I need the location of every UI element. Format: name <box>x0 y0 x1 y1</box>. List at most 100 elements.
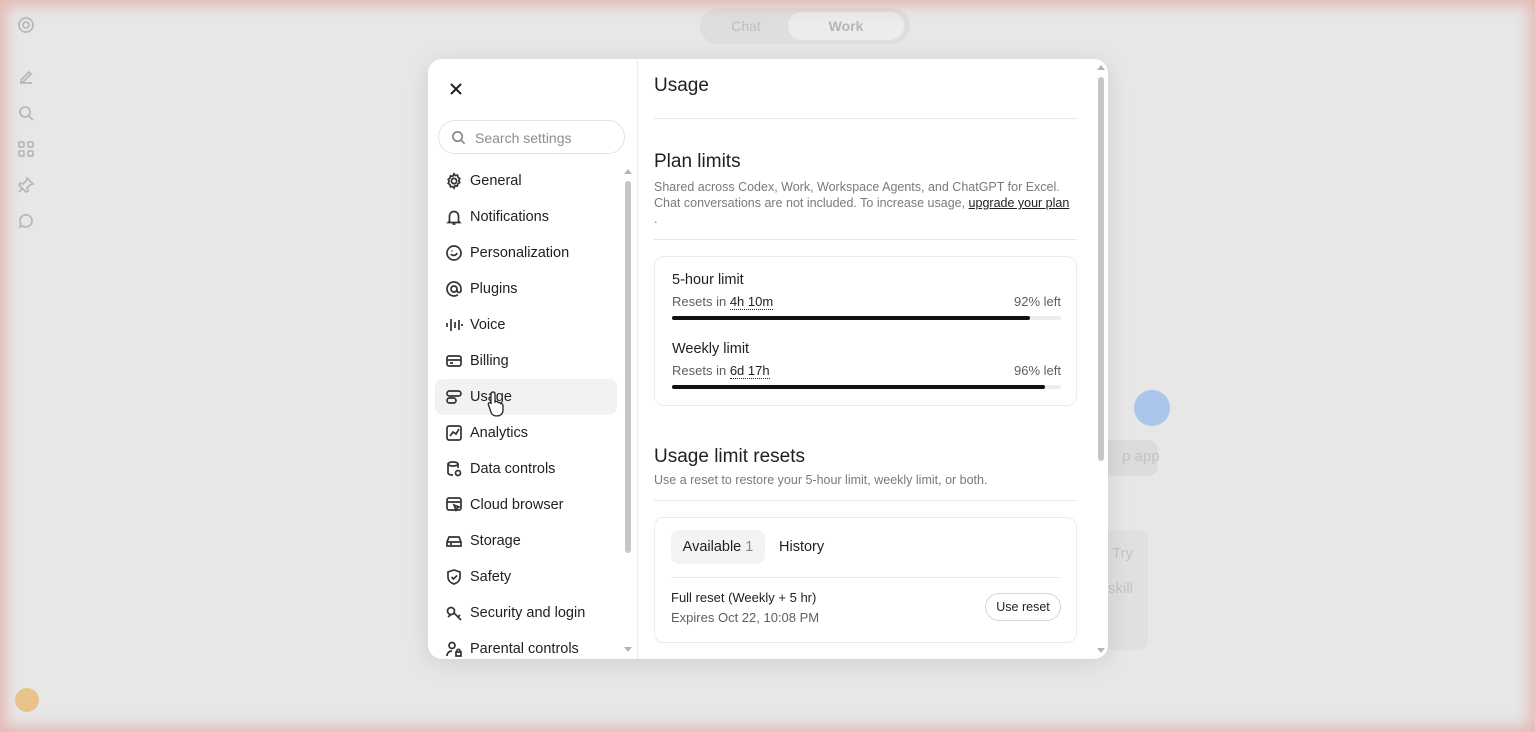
send-button[interactable] <box>1134 390 1170 426</box>
sidebar-item-label: Data controls <box>470 461 556 477</box>
database-icon <box>445 460 463 478</box>
resets-card: Available 1 History Full reset (Weekly + … <box>654 517 1077 643</box>
content-scroll-down[interactable] <box>1097 648 1105 653</box>
page-title: Usage <box>654 75 709 96</box>
mode-switch: Chat Work <box>700 8 910 44</box>
sidebar-divider <box>637 59 638 659</box>
bell-icon <box>445 208 463 226</box>
use-reset-button[interactable]: Use reset <box>985 593 1061 621</box>
pin-icon[interactable] <box>17 176 35 194</box>
resets-prefix: Resets in <box>672 363 727 378</box>
content-scrollbar[interactable] <box>1098 77 1104 461</box>
divider <box>654 239 1077 240</box>
background-text: skill <box>1108 580 1133 597</box>
sidebar-item-data-controls[interactable]: Data controls <box>435 451 617 487</box>
sidebar-item-plugins[interactable]: Plugins <box>435 271 617 307</box>
sidebar-item-security-and-login[interactable]: Security and login <box>435 595 617 631</box>
divider <box>654 500 1077 501</box>
sidebar-item-label: Voice <box>470 317 506 333</box>
tab-work[interactable]: Work <box>788 12 904 40</box>
sidebar-item-label: Parental controls <box>470 641 579 657</box>
close-icon <box>450 83 462 95</box>
usage-resets-description: Use a reset to restore your 5-hour limit… <box>654 473 988 487</box>
sidebar-item-storage[interactable]: Storage <box>435 523 617 559</box>
sidebar-item-analytics[interactable]: Analytics <box>435 415 617 451</box>
sidebar-item-label: Billing <box>470 353 509 369</box>
sidebar-item-label: Analytics <box>470 425 529 441</box>
sidebar-item-billing[interactable]: Billing <box>435 343 617 379</box>
sidebar-item-personalization[interactable]: Personalization <box>435 235 617 271</box>
sidebar-item-label: Storage <box>470 533 521 549</box>
limit-remaining: 96% left <box>1014 363 1061 378</box>
tab-label: Available <box>682 539 742 555</box>
tab-chat[interactable]: Chat <box>706 12 786 40</box>
limits-card: 5-hour limit Resets in 4h 10m 92% left W… <box>654 256 1077 406</box>
new-chat-icon[interactable] <box>17 68 35 86</box>
search-icon[interactable] <box>17 104 35 122</box>
sidebar-item-label: Security and login <box>470 605 586 621</box>
tab-history[interactable]: History <box>779 530 824 564</box>
reset-item-title: Full reset (Weekly + 5 hr) <box>671 590 817 605</box>
limit-name: Weekly limit <box>672 341 750 357</box>
personalization-icon <box>445 244 463 262</box>
chat-bubble-icon[interactable] <box>17 212 35 230</box>
limit-remaining: 92% left <box>1014 294 1061 309</box>
progress-track <box>672 316 1061 320</box>
shield-check-icon <box>445 568 463 586</box>
waveform-icon <box>445 316 463 334</box>
sidebar-item-label: Notifications <box>470 209 549 225</box>
progress-fill <box>672 316 1030 320</box>
browser-cursor-icon <box>445 496 463 514</box>
sidebar-item-label: Cloud browser <box>470 497 564 513</box>
sidebar-item-label: Safety <box>470 569 512 585</box>
sidebar-item-parental-controls[interactable]: Parental controls <box>435 631 617 659</box>
available-count: 1 <box>745 539 754 555</box>
divider <box>654 118 1077 119</box>
gear-icon <box>445 172 463 190</box>
chart-icon <box>445 424 463 442</box>
logo-icon[interactable] <box>17 16 35 34</box>
limit-reset-text: Resets in 4h 10m <box>672 294 774 310</box>
content-scroll-up[interactable] <box>1097 65 1105 70</box>
drive-icon <box>445 532 463 550</box>
credit-card-icon <box>445 352 463 370</box>
sidebar-item-notifications[interactable]: Notifications <box>435 199 617 235</box>
avatar[interactable] <box>15 688 39 712</box>
tab-available[interactable]: Available 1 <box>671 530 765 564</box>
sidebar-item-label: Personalization <box>470 245 570 261</box>
settings-sidebar: General Notifications Personalization Pl… <box>428 59 637 659</box>
reset-duration[interactable]: 4h 10m <box>729 294 774 310</box>
close-button[interactable] <box>446 79 466 99</box>
settings-modal: General Notifications Personalization Pl… <box>428 59 1108 659</box>
search-settings-input[interactable] <box>473 127 617 149</box>
sidebar-scrollbar[interactable] <box>625 181 631 553</box>
search-icon <box>452 131 466 145</box>
sidebar-item-usage[interactable]: Usage <box>435 379 617 415</box>
settings-nav: General Notifications Personalization Pl… <box>435 163 617 659</box>
plan-limits-heading: Plan limits <box>654 151 741 172</box>
divider <box>671 577 1061 578</box>
sidebar-item-safety[interactable]: Safety <box>435 559 617 595</box>
sidebar-item-general[interactable]: General <box>435 163 617 199</box>
left-rail <box>0 0 54 732</box>
resets-prefix: Resets in <box>672 294 727 309</box>
progress-track <box>672 385 1061 389</box>
plan-limits-description: Shared across Codex, Work, Workspace Age… <box>654 179 1077 227</box>
usage-icon <box>445 388 463 406</box>
limit-name: 5-hour limit <box>672 272 744 288</box>
sidebar-scroll-up[interactable] <box>624 169 632 174</box>
limit-reset-text: Resets in 6d 17h <box>672 363 770 379</box>
usage-resets-heading: Usage limit resets <box>654 446 805 467</box>
search-settings-field[interactable] <box>438 120 625 154</box>
upgrade-plan-link[interactable]: upgrade your plan <box>969 196 1070 210</box>
usage-panel: Usage Plan limits Shared across Codex, W… <box>654 59 1077 659</box>
sidebar-scroll-down[interactable] <box>624 647 632 652</box>
plan-limits-desc-end: . <box>654 212 658 226</box>
apps-icon[interactable] <box>17 140 35 158</box>
reset-duration[interactable]: 6d 17h <box>729 363 770 379</box>
sidebar-item-cloud-browser[interactable]: Cloud browser <box>435 487 617 523</box>
sidebar-item-voice[interactable]: Voice <box>435 307 617 343</box>
background-text: Try <box>1112 545 1134 562</box>
progress-fill <box>672 385 1046 389</box>
reset-item-expiry: Expires Oct 22, 10:08 PM <box>671 610 820 625</box>
